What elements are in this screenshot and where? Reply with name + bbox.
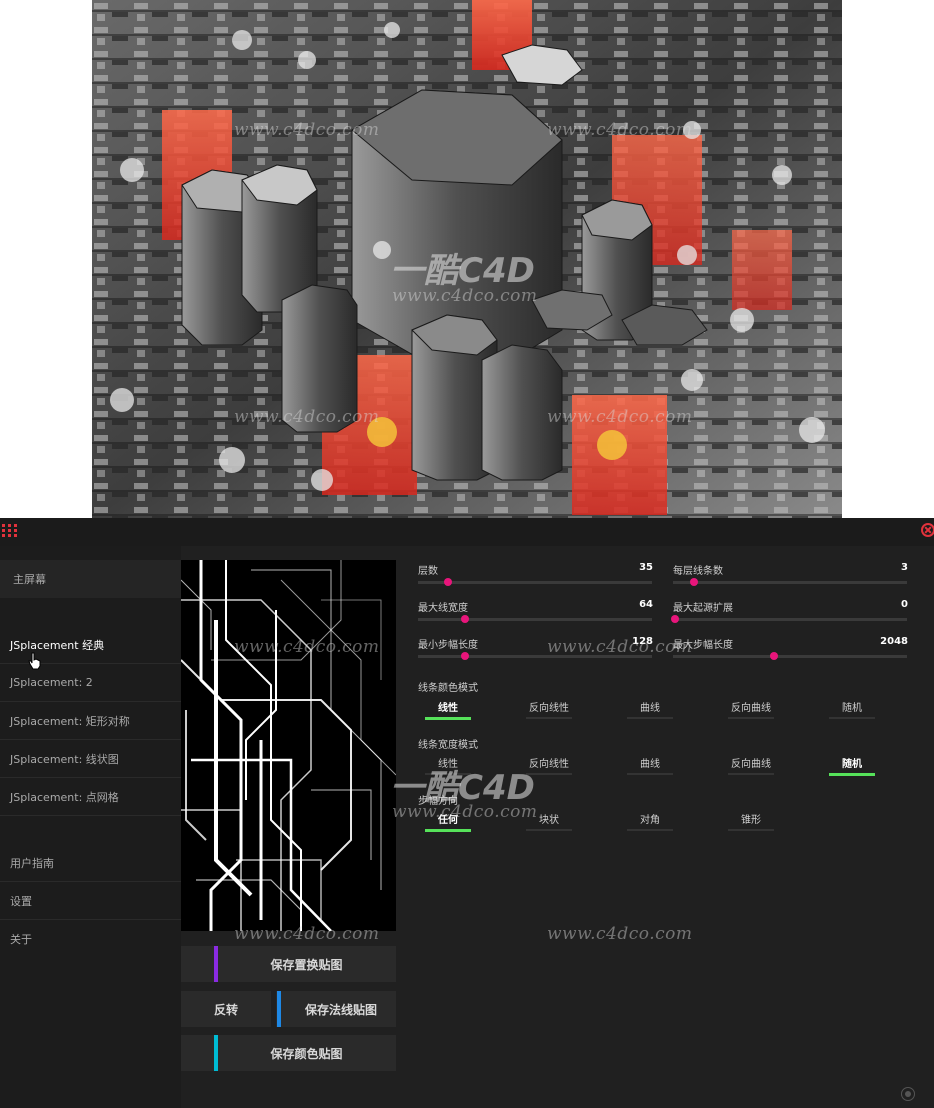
slider-knob[interactable] <box>690 578 699 586</box>
watermark-logo: 一酷C4D <box>390 251 535 291</box>
sidebar-item-label: 关于 <box>10 933 32 946</box>
sidebar-item-preset-dot-grid[interactable]: JSplacement: 点网格 <box>0 778 181 816</box>
option-step-direction[interactable]: 锥形 <box>721 811 781 826</box>
button-label: 反转 <box>213 1002 238 1017</box>
watermark-url: www.c4dco.com <box>234 120 380 140</box>
option-step-direction[interactable]: 对角 <box>620 811 680 826</box>
button-label: 保存法线贴图 <box>304 1002 377 1017</box>
slider-knob[interactable] <box>671 615 680 623</box>
option-line-color-mode[interactable]: 曲线 <box>620 699 680 714</box>
option-underline <box>829 773 875 776</box>
slider-label-max-origin-spread: 最大起源扩展 <box>673 603 733 614</box>
slider-max-line-width[interactable] <box>418 615 652 623</box>
sidebar-item-label: 设置 <box>10 894 32 908</box>
watermark-url: www.c4dco.com <box>547 407 693 427</box>
slider-value-max-origin-spread: 0 <box>901 599 908 610</box>
slider-value-lines-per-layer: 3 <box>901 562 908 573</box>
hand-cursor-icon <box>28 652 41 670</box>
slider-lines-per-layer[interactable] <box>673 578 907 586</box>
slider-layers[interactable] <box>418 578 652 586</box>
slider-knob[interactable] <box>460 615 469 623</box>
watermark-url: www.c4dco.com <box>234 637 380 657</box>
slider-label-layers: 层数 <box>418 566 438 577</box>
sidebar: 主屏幕 JSplacement 经典 JSplacement: 2 JSplac… <box>0 546 181 1108</box>
sidebar-item-preset-rect-symmetry[interactable]: JSplacement: 矩形对称 <box>0 702 181 740</box>
option-line-color-mode[interactable]: 线性 <box>418 699 478 714</box>
blue-accent-bar <box>277 991 281 1027</box>
button-label: 保存置换贴图 <box>270 957 343 972</box>
button-label: 保存颜色贴图 <box>270 1046 343 1061</box>
option-underline <box>526 829 572 831</box>
close-icon[interactable] <box>921 523 934 537</box>
watermark-url: www.c4dco.com <box>547 924 693 944</box>
option-line-width-mode[interactable]: 反向曲线 <box>721 755 781 770</box>
sidebar-item-label: 用户指南 <box>10 856 54 870</box>
option-line-color-mode[interactable]: 随机 <box>822 699 882 714</box>
line-color-mode-label: 线条颜色模式 <box>418 683 478 694</box>
sidebar-item-label: JSplacement: 2 <box>10 676 93 689</box>
displacement-map-preview <box>181 560 396 931</box>
purple-accent-bar <box>214 946 218 982</box>
sidebar-item-label: JSplacement: 线状图 <box>10 752 119 766</box>
slider-knob[interactable] <box>769 652 778 660</box>
watermark-url: www.c4dco.com <box>392 802 538 822</box>
sidebar-item-label: JSplacement: 矩形对称 <box>10 714 130 728</box>
slider-value-layers: 35 <box>639 562 653 573</box>
save-normal-map-button[interactable]: 保存法线贴图 <box>276 991 396 1027</box>
option-line-width-mode[interactable]: 曲线 <box>620 755 680 770</box>
slider-value-max-line-width: 64 <box>639 599 653 610</box>
slider-label-max-line-width: 最大线宽度 <box>418 603 468 614</box>
watermark-url: www.c4dco.com <box>234 924 380 944</box>
option-underline <box>526 717 572 719</box>
slider-max-origin-spread[interactable] <box>671 615 907 623</box>
option-line-width-mode[interactable]: 随机 <box>822 755 882 770</box>
option-underline <box>627 773 673 775</box>
sidebar-item-label: 主屏幕 <box>13 573 46 586</box>
option-underline <box>728 717 774 719</box>
slider-value-max-step-length: 2048 <box>880 636 908 647</box>
option-underline <box>425 717 471 720</box>
option-underline <box>829 717 875 719</box>
option-underline <box>728 773 774 775</box>
sidebar-item-home[interactable]: 主屏幕 <box>0 560 181 598</box>
displacement-lines <box>181 560 396 931</box>
line-width-mode-label: 线条宽度模式 <box>418 740 478 751</box>
option-line-color-mode[interactable]: 反向曲线 <box>721 699 781 714</box>
sidebar-item-user-guide[interactable]: 用户指南 <box>0 844 181 882</box>
sidebar-item-about[interactable]: 关于 <box>0 920 181 958</box>
cyan-accent-bar <box>214 1035 218 1071</box>
sidebar-item-label: JSplacement 经典 <box>10 638 105 652</box>
option-underline <box>627 829 673 831</box>
watermark-url: www.c4dco.com <box>547 637 693 657</box>
slider-label-lines-per-layer: 每层线条数 <box>673 566 723 577</box>
slider-max-step-length[interactable] <box>673 652 907 660</box>
settings-gear-icon[interactable] <box>901 1087 915 1101</box>
main-panel: 保存置换贴图 反转 保存法线贴图 保存颜色贴图 层数 35 每层线条数 3 最大… <box>181 546 934 1108</box>
slider-label-min-step-length: 最小步幅长度 <box>418 640 478 651</box>
invert-button[interactable]: 反转 <box>181 991 271 1027</box>
option-underline <box>425 829 471 832</box>
sidebar-item-settings[interactable]: 设置 <box>0 882 181 920</box>
slider-knob[interactable] <box>460 652 469 660</box>
option-underline <box>728 829 774 831</box>
watermark-url: www.c4dco.com <box>547 120 693 140</box>
watermark-url: www.c4dco.com <box>392 286 538 306</box>
sidebar-item-label: JSplacement: 点网格 <box>10 790 119 804</box>
option-underline <box>627 717 673 719</box>
slider-knob[interactable] <box>444 578 453 586</box>
sidebar-item-preset-line-graph[interactable]: JSplacement: 线状图 <box>0 740 181 778</box>
option-line-color-mode[interactable]: 反向线性 <box>519 699 579 714</box>
watermark-url: www.c4dco.com <box>234 407 380 427</box>
app-menu-icon[interactable] <box>2 524 20 538</box>
title-bar <box>0 518 934 546</box>
